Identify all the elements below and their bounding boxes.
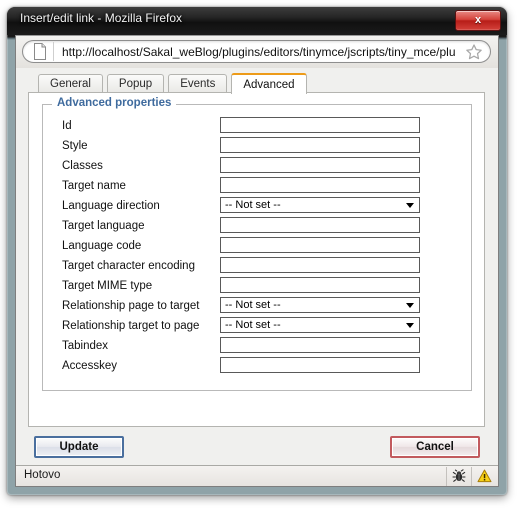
field-label: Target language [62, 220, 145, 232]
form-row: Id [43, 117, 471, 137]
select-value: -- Not set -- [225, 299, 281, 311]
form-row: Target name [43, 177, 471, 197]
input-tabindex[interactable] [220, 337, 420, 353]
browser-client-area: http://localhost/Sakal_weBlog/plugins/ed… [15, 35, 499, 487]
url-separator [53, 42, 54, 61]
window-titlebar[interactable]: Insert/edit link - Mozilla Firefox x [7, 7, 507, 35]
url-text[interactable]: http://localhost/Sakal_weBlog/plugins/ed… [62, 45, 465, 59]
form-row: Relationship target to page -- Not set -- [43, 317, 471, 337]
input-accesskey[interactable] [220, 357, 420, 373]
field-label: Classes [62, 160, 103, 172]
update-button[interactable]: Update [34, 436, 124, 458]
input-style[interactable] [220, 137, 420, 153]
field-label: Language code [62, 240, 142, 252]
chevron-down-icon [406, 323, 414, 328]
select-value: -- Not set -- [225, 319, 281, 331]
advanced-form-rows: Id Style Classes Target name Language direct… [43, 117, 471, 377]
form-row: Target MIME type [43, 277, 471, 297]
url-bar[interactable]: http://localhost/Sakal_weBlog/plugins/ed… [22, 40, 491, 63]
form-row: Language code [43, 237, 471, 257]
input-classes[interactable] [220, 157, 420, 173]
fieldset-legend: Advanced properties [52, 97, 177, 109]
form-row: Classes [43, 157, 471, 177]
status-text: Hotovo [24, 469, 61, 481]
field-label: Language direction [62, 200, 160, 212]
select-language-direction[interactable]: -- Not set -- [220, 197, 420, 213]
status-bar-icons [446, 466, 496, 486]
input-target-mime-type[interactable] [220, 277, 420, 293]
form-row: Accesskey [43, 357, 471, 377]
close-icon: x [474, 14, 482, 26]
tab-advanced[interactable]: Advanced [231, 73, 307, 94]
field-label: Id [62, 120, 72, 132]
firebug-bug-icon[interactable] [446, 466, 471, 486]
field-label: Accesskey [62, 360, 117, 372]
cancel-button[interactable]: Cancel [390, 436, 480, 458]
input-target-language[interactable] [220, 217, 420, 233]
select-value: -- Not set -- [225, 199, 281, 211]
warning-triangle-icon[interactable] [471, 466, 496, 486]
advanced-tab-panel: Advanced properties Id Style Classes Target… [28, 92, 485, 427]
form-row: Target language [43, 217, 471, 237]
field-label: Target character encoding [62, 260, 195, 272]
page-icon [34, 43, 46, 60]
field-label: Style [62, 140, 88, 152]
dialog-button-bar: Update Cancel [16, 433, 498, 463]
form-row: Language direction -- Not set -- [43, 197, 471, 217]
input-target-character-encoding[interactable] [220, 257, 420, 273]
field-label: Relationship target to page [62, 320, 200, 332]
form-row: Relationship page to target -- Not set -- [43, 297, 471, 317]
tab-general[interactable]: General [38, 74, 103, 93]
input-id[interactable] [220, 117, 420, 133]
chevron-down-icon [406, 303, 414, 308]
field-label: Target name [62, 180, 126, 192]
tab-popup[interactable]: Popup [106, 74, 165, 93]
navigation-toolbar: http://localhost/Sakal_weBlog/plugins/ed… [16, 36, 498, 68]
input-language-code[interactable] [220, 237, 420, 253]
form-row: Tabindex [43, 337, 471, 357]
select-relationship-target-to-page[interactable]: -- Not set -- [220, 317, 420, 333]
field-label: Target MIME type [62, 280, 153, 292]
input-target-name[interactable] [220, 177, 420, 193]
dialog-page-content: General Popup Events Advanced Advanced prop… [16, 68, 498, 486]
window-title: Insert/edit link - Mozilla Firefox [20, 11, 183, 25]
tab-events[interactable]: Events [168, 74, 228, 93]
chevron-down-icon [406, 203, 414, 208]
dialog-tabs: General Popup Events Advanced [38, 72, 311, 94]
field-label: Relationship page to target [62, 300, 200, 312]
form-row: Style [43, 137, 471, 157]
field-label: Tabindex [62, 340, 109, 352]
advanced-properties-fieldset: Advanced properties Id Style Classes Target… [42, 97, 472, 391]
desktop-background: Insert/edit link - Mozilla Firefox x htt… [0, 0, 522, 519]
select-relationship-page-to-target[interactable]: -- Not set -- [220, 297, 420, 313]
browser-window: Insert/edit link - Mozilla Firefox x htt… [7, 7, 507, 495]
status-bar: Hotovo [16, 465, 498, 486]
form-row: Target character encoding [43, 257, 471, 277]
close-window-button[interactable]: x [455, 10, 501, 31]
star-icon[interactable] [465, 43, 483, 61]
